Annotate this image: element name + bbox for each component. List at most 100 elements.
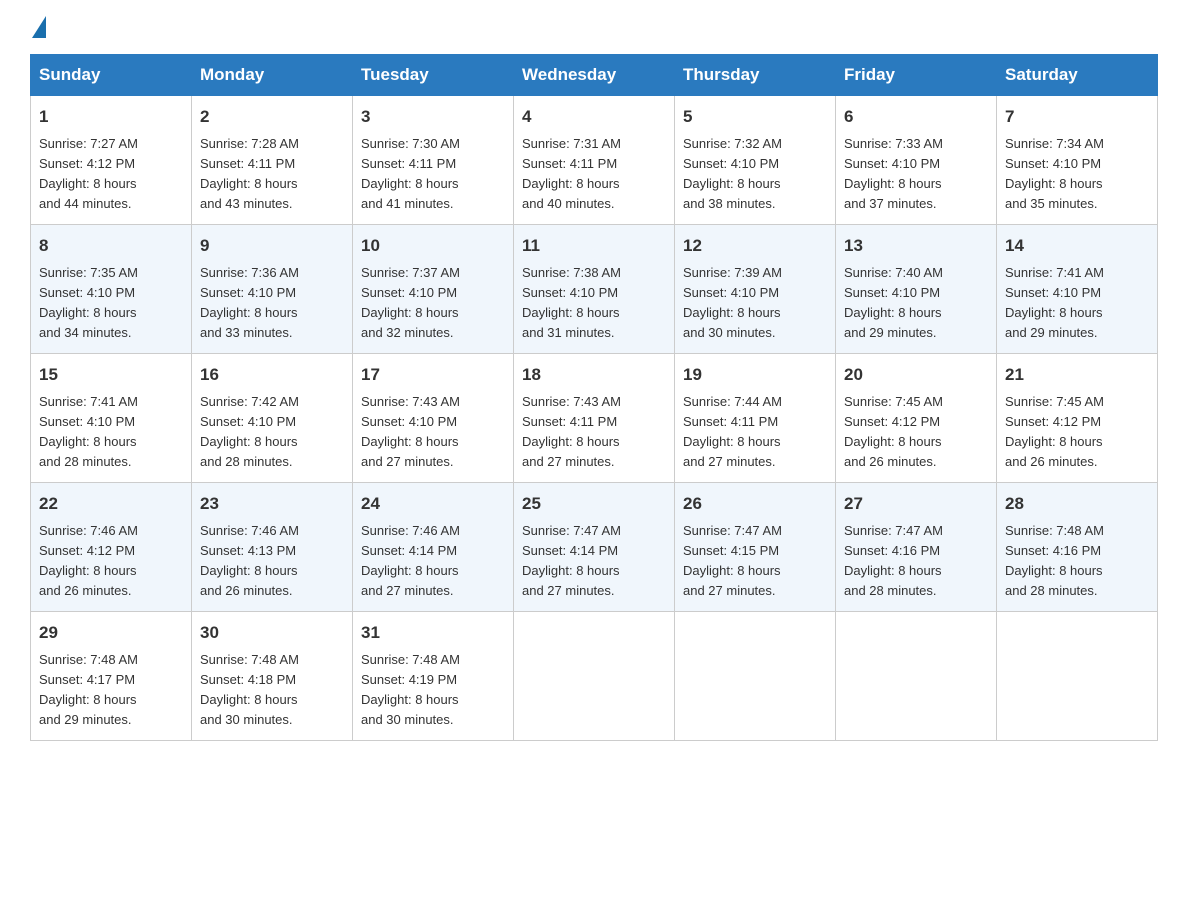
day-info: Sunrise: 7:43 AMSunset: 4:11 PMDaylight:… — [522, 392, 666, 473]
day-info: Sunrise: 7:46 AMSunset: 4:13 PMDaylight:… — [200, 521, 344, 602]
calendar-day-cell: 12 Sunrise: 7:39 AMSunset: 4:10 PMDayligh… — [675, 225, 836, 354]
day-number: 17 — [361, 362, 505, 388]
calendar-day-cell: 16Sunrise: 7:42 AMSunset: 4:10 PMDayligh… — [192, 354, 353, 483]
day-number: 24 — [361, 491, 505, 517]
day-info: Sunrise: 7:34 AMSunset: 4:10 PMDaylight:… — [1005, 134, 1149, 215]
calendar-day-cell: 13 Sunrise: 7:40 AMSunset: 4:10 PMDayligh… — [836, 225, 997, 354]
calendar-day-cell — [997, 612, 1158, 741]
day-info: Sunrise: 7:46 AMSunset: 4:12 PMDaylight:… — [39, 521, 183, 602]
day-number: 1 — [39, 104, 183, 130]
day-number: 20 — [844, 362, 988, 388]
day-of-week-header: Sunday — [31, 55, 192, 96]
day-info: Sunrise: 7:28 AMSunset: 4:11 PMDaylight:… — [200, 134, 344, 215]
day-of-week-header: Tuesday — [353, 55, 514, 96]
day-number: 13 — [844, 233, 988, 259]
day-info: Sunrise: 7:45 AMSunset: 4:12 PMDaylight:… — [844, 392, 988, 473]
calendar-day-cell — [675, 612, 836, 741]
calendar-day-cell: 28 Sunrise: 7:48 AMSunset: 4:16 PMDayligh… — [997, 483, 1158, 612]
day-info: Sunrise: 7:39 AMSunset: 4:10 PMDaylight:… — [683, 263, 827, 344]
calendar-week-row: 8Sunrise: 7:35 AMSunset: 4:10 PMDaylight… — [31, 225, 1158, 354]
day-number: 28 — [1005, 491, 1149, 517]
calendar-table: SundayMondayTuesdayWednesdayThursdayFrid… — [30, 54, 1158, 741]
day-info: Sunrise: 7:38 AMSunset: 4:10 PMDaylight:… — [522, 263, 666, 344]
day-info: Sunrise: 7:46 AMSunset: 4:14 PMDaylight:… — [361, 521, 505, 602]
calendar-day-cell — [836, 612, 997, 741]
calendar-day-cell: 1 Sunrise: 7:27 AMSunset: 4:12 PMDaylight… — [31, 96, 192, 225]
calendar-day-cell: 21 Sunrise: 7:45 AMSunset: 4:12 PMDayligh… — [997, 354, 1158, 483]
calendar-day-cell: 7 Sunrise: 7:34 AMSunset: 4:10 PMDaylight… — [997, 96, 1158, 225]
day-info: Sunrise: 7:48 AMSunset: 4:19 PMDaylight:… — [361, 650, 505, 731]
day-info: Sunrise: 7:48 AMSunset: 4:18 PMDaylight:… — [200, 650, 344, 731]
day-number: 21 — [1005, 362, 1149, 388]
logo-triangle-icon — [32, 16, 46, 38]
day-number: 18 — [522, 362, 666, 388]
day-number: 16 — [200, 362, 344, 388]
calendar-day-cell: 31 Sunrise: 7:48 AMSunset: 4:19 PMDayligh… — [353, 612, 514, 741]
day-info: Sunrise: 7:37 AMSunset: 4:10 PMDaylight:… — [361, 263, 505, 344]
calendar-day-cell: 6 Sunrise: 7:33 AMSunset: 4:10 PMDaylight… — [836, 96, 997, 225]
day-info: Sunrise: 7:30 AMSunset: 4:11 PMDaylight:… — [361, 134, 505, 215]
calendar-day-cell: 4Sunrise: 7:31 AMSunset: 4:11 PMDaylight… — [514, 96, 675, 225]
day-number: 11 — [522, 233, 666, 259]
day-info: Sunrise: 7:47 AMSunset: 4:14 PMDaylight:… — [522, 521, 666, 602]
calendar-week-row: 1 Sunrise: 7:27 AMSunset: 4:12 PMDaylight… — [31, 96, 1158, 225]
calendar-day-cell: 11 Sunrise: 7:38 AMSunset: 4:10 PMDayligh… — [514, 225, 675, 354]
calendar-day-cell: 23 Sunrise: 7:46 AMSunset: 4:13 PMDayligh… — [192, 483, 353, 612]
day-info: Sunrise: 7:36 AMSunset: 4:10 PMDaylight:… — [200, 263, 344, 344]
page-header — [30, 20, 1158, 34]
day-number: 23 — [200, 491, 344, 517]
calendar-header-row: SundayMondayTuesdayWednesdayThursdayFrid… — [31, 55, 1158, 96]
calendar-day-cell: 27 Sunrise: 7:47 AMSunset: 4:16 PMDayligh… — [836, 483, 997, 612]
day-info: Sunrise: 7:48 AMSunset: 4:17 PMDaylight:… — [39, 650, 183, 731]
calendar-day-cell: 8Sunrise: 7:35 AMSunset: 4:10 PMDaylight… — [31, 225, 192, 354]
day-of-week-header: Saturday — [997, 55, 1158, 96]
day-number: 26 — [683, 491, 827, 517]
day-info: Sunrise: 7:47 AMSunset: 4:15 PMDaylight:… — [683, 521, 827, 602]
day-number: 25 — [522, 491, 666, 517]
day-of-week-header: Monday — [192, 55, 353, 96]
calendar-day-cell: 24 Sunrise: 7:46 AMSunset: 4:14 PMDayligh… — [353, 483, 514, 612]
day-info: Sunrise: 7:35 AMSunset: 4:10 PMDaylight:… — [39, 263, 183, 344]
calendar-week-row: 22 Sunrise: 7:46 AMSunset: 4:12 PMDayligh… — [31, 483, 1158, 612]
calendar-day-cell: 10 Sunrise: 7:37 AMSunset: 4:10 PMDayligh… — [353, 225, 514, 354]
day-number: 14 — [1005, 233, 1149, 259]
day-info: Sunrise: 7:47 AMSunset: 4:16 PMDaylight:… — [844, 521, 988, 602]
day-info: Sunrise: 7:48 AMSunset: 4:16 PMDaylight:… — [1005, 521, 1149, 602]
calendar-day-cell: 30 Sunrise: 7:48 AMSunset: 4:18 PMDayligh… — [192, 612, 353, 741]
day-number: 2 — [200, 104, 344, 130]
calendar-day-cell: 18 Sunrise: 7:43 AMSunset: 4:11 PMDayligh… — [514, 354, 675, 483]
day-info: Sunrise: 7:33 AMSunset: 4:10 PMDaylight:… — [844, 134, 988, 215]
calendar-day-cell: 9 Sunrise: 7:36 AMSunset: 4:10 PMDaylight… — [192, 225, 353, 354]
day-number: 22 — [39, 491, 183, 517]
day-info: Sunrise: 7:40 AMSunset: 4:10 PMDaylight:… — [844, 263, 988, 344]
day-number: 3 — [361, 104, 505, 130]
day-number: 7 — [1005, 104, 1149, 130]
day-number: 31 — [361, 620, 505, 646]
calendar-day-cell: 14Sunrise: 7:41 AMSunset: 4:10 PMDayligh… — [997, 225, 1158, 354]
day-number: 5 — [683, 104, 827, 130]
calendar-day-cell: 26 Sunrise: 7:47 AMSunset: 4:15 PMDayligh… — [675, 483, 836, 612]
logo — [30, 20, 46, 34]
day-of-week-header: Friday — [836, 55, 997, 96]
calendar-day-cell: 22 Sunrise: 7:46 AMSunset: 4:12 PMDayligh… — [31, 483, 192, 612]
day-info: Sunrise: 7:31 AMSunset: 4:11 PMDaylight:… — [522, 134, 666, 215]
day-number: 6 — [844, 104, 988, 130]
day-number: 27 — [844, 491, 988, 517]
day-number: 12 — [683, 233, 827, 259]
calendar-day-cell: 19Sunrise: 7:44 AMSunset: 4:11 PMDayligh… — [675, 354, 836, 483]
day-number: 10 — [361, 233, 505, 259]
calendar-day-cell: 29Sunrise: 7:48 AMSunset: 4:17 PMDayligh… — [31, 612, 192, 741]
calendar-day-cell — [514, 612, 675, 741]
calendar-week-row: 15Sunrise: 7:41 AMSunset: 4:10 PMDayligh… — [31, 354, 1158, 483]
day-number: 30 — [200, 620, 344, 646]
calendar-day-cell: 20 Sunrise: 7:45 AMSunset: 4:12 PMDayligh… — [836, 354, 997, 483]
calendar-day-cell: 5 Sunrise: 7:32 AMSunset: 4:10 PMDaylight… — [675, 96, 836, 225]
day-info: Sunrise: 7:32 AMSunset: 4:10 PMDaylight:… — [683, 134, 827, 215]
day-number: 15 — [39, 362, 183, 388]
day-info: Sunrise: 7:45 AMSunset: 4:12 PMDaylight:… — [1005, 392, 1149, 473]
day-of-week-header: Wednesday — [514, 55, 675, 96]
day-info: Sunrise: 7:27 AMSunset: 4:12 PMDaylight:… — [39, 134, 183, 215]
calendar-day-cell: 15Sunrise: 7:41 AMSunset: 4:10 PMDayligh… — [31, 354, 192, 483]
day-number: 9 — [200, 233, 344, 259]
day-of-week-header: Thursday — [675, 55, 836, 96]
